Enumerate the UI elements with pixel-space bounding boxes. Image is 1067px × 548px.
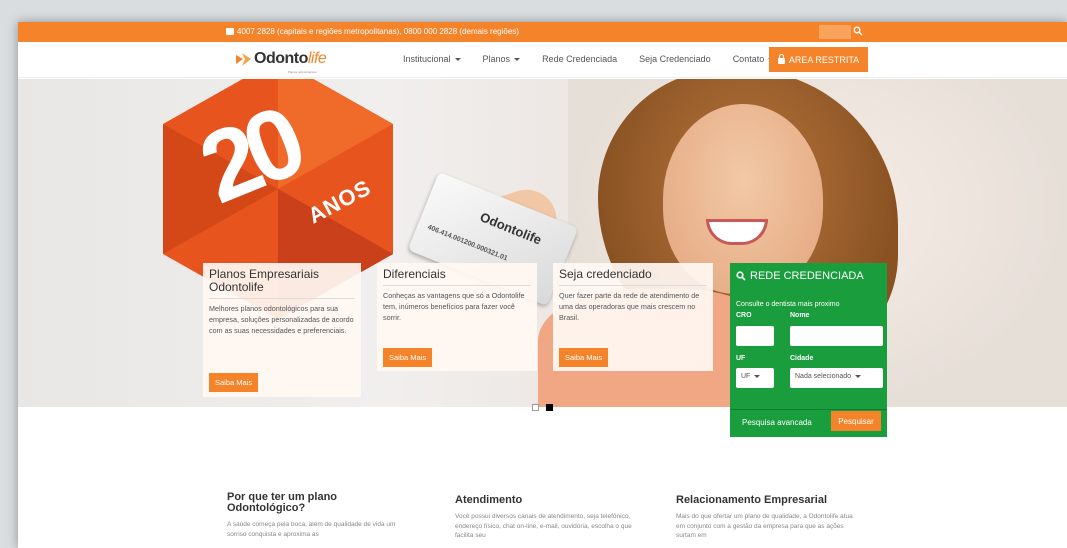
card-text: Melhores planos odontológicos para sua e… xyxy=(209,304,354,335)
nav-item-seja-credenciado[interactable]: Seja Credenciado xyxy=(639,54,711,64)
carousel-dot-active[interactable] xyxy=(546,404,553,411)
info-column-atendimento: Atendimento Você possui diversos canais … xyxy=(455,495,635,541)
phone-icon xyxy=(226,28,234,35)
top-contact-bar: 4007 2828 (capitais e regiões metropolit… xyxy=(18,22,1067,42)
cro-input[interactable] xyxy=(736,326,774,346)
saiba-mais-button[interactable]: Saiba Mais xyxy=(559,348,609,367)
uf-label: UF xyxy=(736,355,746,362)
caret-down-icon xyxy=(454,58,461,62)
column-text: Mais do que ofertar um plano de qualidad… xyxy=(676,513,853,539)
saiba-mais-button[interactable]: Saiba Mais xyxy=(383,348,433,367)
card-divider xyxy=(559,285,707,286)
card-text: Quer fazer parte da rede de atendimento … xyxy=(559,291,700,322)
info-column-relacionamento: Relacionamento Empresarial Mais do que o… xyxy=(676,495,856,541)
browser-page: 4007 2828 (capitais e regiões metropolit… xyxy=(18,22,1067,548)
info-column-plano: Por que ter um plano Odontológico? A saú… xyxy=(227,492,407,539)
column-text: A saúde começa pela boca, além de qualid… xyxy=(227,521,396,538)
main-navbar: Odontolife Planos odontológicos Instituc… xyxy=(18,42,1067,78)
uf-select[interactable]: UF xyxy=(736,368,774,388)
hero-banner: Odontolife 406.414.001200.000321.01 20 A… xyxy=(18,79,1067,407)
column-title: Relacionamento Empresarial xyxy=(676,494,828,506)
nav-item-institucional[interactable]: Institucional xyxy=(403,54,461,64)
card-title: Planos Empresariais Odontolife xyxy=(209,267,320,294)
nav-item-rede-credenciada[interactable]: Rede Credenciada xyxy=(542,54,617,64)
panel-divider xyxy=(730,409,887,410)
card-divider xyxy=(209,298,355,299)
caret-down-icon xyxy=(754,374,761,378)
column-title: Atendimento xyxy=(455,494,523,506)
search-input[interactable] xyxy=(819,25,851,39)
card-diferenciais: Diferenciais Conheças as vantagens que s… xyxy=(377,263,537,371)
card-planos-empresariais: Planos Empresariais Odontolife Melhores … xyxy=(203,263,361,397)
area-restrita-button[interactable]: AREA RESTRITA xyxy=(769,47,868,72)
nav-item-planos[interactable]: Planos xyxy=(483,54,521,64)
rede-credenciada-panel: REDE CREDENCIADA Consulte o dentista mai… xyxy=(730,263,887,437)
search-icon[interactable] xyxy=(853,26,863,36)
logo-mark-icon xyxy=(236,52,251,66)
saiba-mais-button[interactable]: Saiba Mais xyxy=(209,373,259,392)
carousel-indicators xyxy=(532,404,553,411)
cidade-label: Cidade xyxy=(790,355,814,362)
cidade-select[interactable]: Nada selecionado xyxy=(790,368,883,388)
lock-icon xyxy=(777,54,785,64)
caret-down-icon xyxy=(514,58,521,62)
phone-text: 4007 2828 (capitais e regiões metropolit… xyxy=(237,27,519,36)
rede-title: REDE CREDENCIADA xyxy=(736,270,864,282)
card-title: Seja credenciado xyxy=(559,267,652,281)
card-divider xyxy=(383,285,531,286)
rede-subtitle: Consulte o dentista mais proximo xyxy=(736,301,840,308)
pesquisa-avancada-link[interactable]: Pesquisa avancada xyxy=(742,418,812,427)
nome-input[interactable] xyxy=(790,326,883,346)
phone-info: 4007 2828 (capitais e regiões metropolit… xyxy=(226,27,519,36)
nav-menu: Institucional Planos Rede Credenciada Se… xyxy=(403,54,796,64)
carousel-dot[interactable] xyxy=(532,404,539,411)
nav-item-contato[interactable]: Contato xyxy=(733,54,775,64)
card-text: Conheças as vantagens que só a Odontolif… xyxy=(383,291,525,322)
cro-label: CRO xyxy=(736,312,752,319)
card-seja-credenciado: Seja credenciado Quer fazer parte da red… xyxy=(553,263,713,371)
brand-logo[interactable]: Odontolife Planos odontológicos xyxy=(236,50,327,74)
card-title: Diferenciais xyxy=(383,267,446,281)
nome-label: Nome xyxy=(790,312,810,319)
logo-text: Odontolife xyxy=(254,50,327,67)
logo-subtitle: Planos odontológicos xyxy=(288,70,317,74)
column-title: Por que ter um plano Odontológico? xyxy=(227,491,338,514)
search-icon xyxy=(736,271,746,281)
column-text: Você possui diversos canais de atendimen… xyxy=(455,513,632,539)
caret-down-icon xyxy=(855,374,862,378)
pesquisar-button[interactable]: Pesquisar xyxy=(831,411,881,431)
